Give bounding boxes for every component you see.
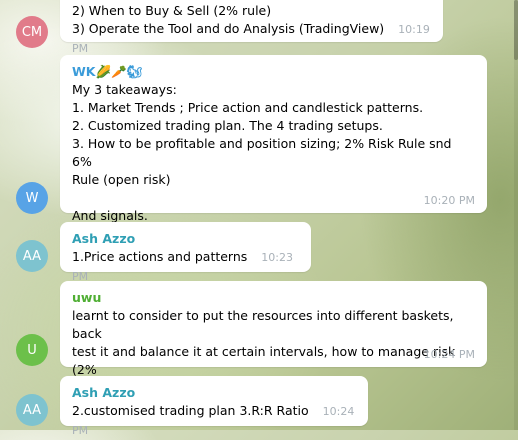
message-text-line: 3) Operate the Tool and do Analysis (Tra… xyxy=(72,21,434,55)
sender-name[interactable]: WK🌽🥕🐿 xyxy=(72,63,475,81)
message-bubble: uwu learnt to consider to put the resour… xyxy=(60,281,487,395)
sender-name[interactable]: Ash Azzo xyxy=(72,384,356,402)
message-text: 2.customised trading plan 3.R:R Ratio 10:… xyxy=(72,403,358,437)
message-bubble: WK🌽🥕🐿 My 3 takeaways: 1. Market Trends ;… xyxy=(60,55,487,223)
avatar[interactable]: AA xyxy=(16,394,48,426)
avatar[interactable]: W xyxy=(16,182,48,214)
message-text: My 3 takeaways: 1. Market Trends ; Price… xyxy=(72,82,452,223)
sender-name[interactable]: uwu xyxy=(72,289,475,307)
scrollbar-thumb[interactable] xyxy=(514,0,518,60)
scrollbar[interactable] xyxy=(514,0,518,430)
message-time: 10:20 PM xyxy=(423,194,475,207)
avatar[interactable]: CM xyxy=(16,16,48,48)
message-bubble: Ash Azzo 1.Price actions and patterns 10:… xyxy=(60,222,311,283)
sender-name[interactable]: Ash Azzo xyxy=(72,230,299,248)
message-text-line: 2) When to Buy & Sell (2% rule) xyxy=(72,3,272,18)
avatar[interactable]: AA xyxy=(16,240,48,272)
avatar[interactable]: U xyxy=(16,334,48,366)
message-bubble: 2) When to Buy & Sell (2% rule) 3) Opera… xyxy=(60,0,443,55)
message-bubble: Ash Azzo 2.customised trading plan 3.R:R… xyxy=(60,376,368,437)
message-time: 10:24 PM xyxy=(423,348,475,361)
